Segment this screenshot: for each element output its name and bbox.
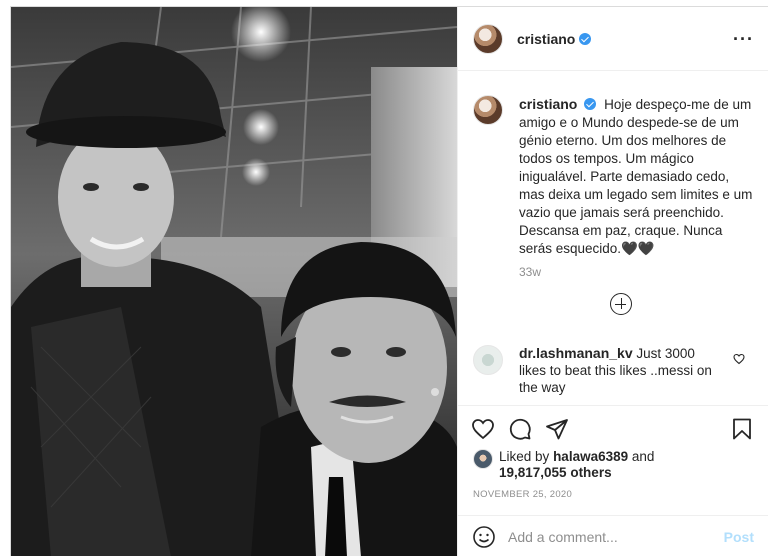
load-more-comments-icon[interactable] — [610, 293, 632, 315]
caption-author-username[interactable]: cristiano — [519, 96, 577, 112]
post-header: cristiano ··· — [458, 7, 768, 71]
like-heart-icon[interactable] — [471, 417, 495, 441]
comment-like-heart-icon[interactable] — [733, 353, 745, 365]
likes-conjunction: and — [631, 449, 655, 464]
emoji-smiley-icon[interactable] — [472, 525, 496, 549]
liker-username[interactable]: halawa6389 — [553, 449, 628, 464]
post-date[interactable]: NOVEMBER 25, 2020 — [473, 489, 572, 500]
likes-summary: Liked by halawa6389 and 19,817,055 other… — [473, 449, 654, 481]
comment-bubble-icon[interactable] — [508, 417, 532, 441]
author-username[interactable]: cristiano — [517, 31, 575, 47]
author-avatar[interactable] — [473, 23, 503, 54]
likes-others-count[interactable]: 19,817,055 others — [499, 465, 612, 480]
post-side-panel: cristiano ··· cristiano Hoje despeço-me … — [457, 7, 768, 556]
post-dialog: cristiano ··· cristiano Hoje despeço-me … — [10, 6, 768, 556]
caption-author-avatar[interactable] — [473, 95, 503, 125]
share-paper-plane-icon[interactable] — [545, 417, 569, 441]
save-bookmark-icon[interactable] — [730, 417, 754, 441]
post-comment-button[interactable]: Post — [724, 529, 754, 545]
add-comment-bar: Post — [458, 515, 768, 556]
more-options-icon[interactable]: ··· — [733, 29, 754, 50]
photo-illustration — [11, 7, 457, 556]
verified-badge-icon — [579, 32, 592, 45]
commenter-username[interactable]: dr.lashmanan_kv — [519, 345, 633, 361]
comment-item: dr.lashmanan_kv Just 3000 likes to beat … — [473, 345, 763, 396]
post-caption: cristiano Hoje despeço-me de um amigo e … — [473, 95, 758, 258]
post-photo[interactable] — [11, 7, 457, 556]
caption-timestamp[interactable]: 33w — [519, 265, 541, 279]
likes-prefix: Liked by — [499, 449, 550, 464]
add-comment-input[interactable] — [508, 528, 723, 545]
liker-avatar[interactable] — [473, 449, 493, 469]
verified-badge-icon — [584, 98, 597, 110]
commenter-avatar[interactable] — [473, 345, 503, 375]
caption-text: Hoje despeço-me de um amigo e o Mundo de… — [519, 97, 753, 256]
